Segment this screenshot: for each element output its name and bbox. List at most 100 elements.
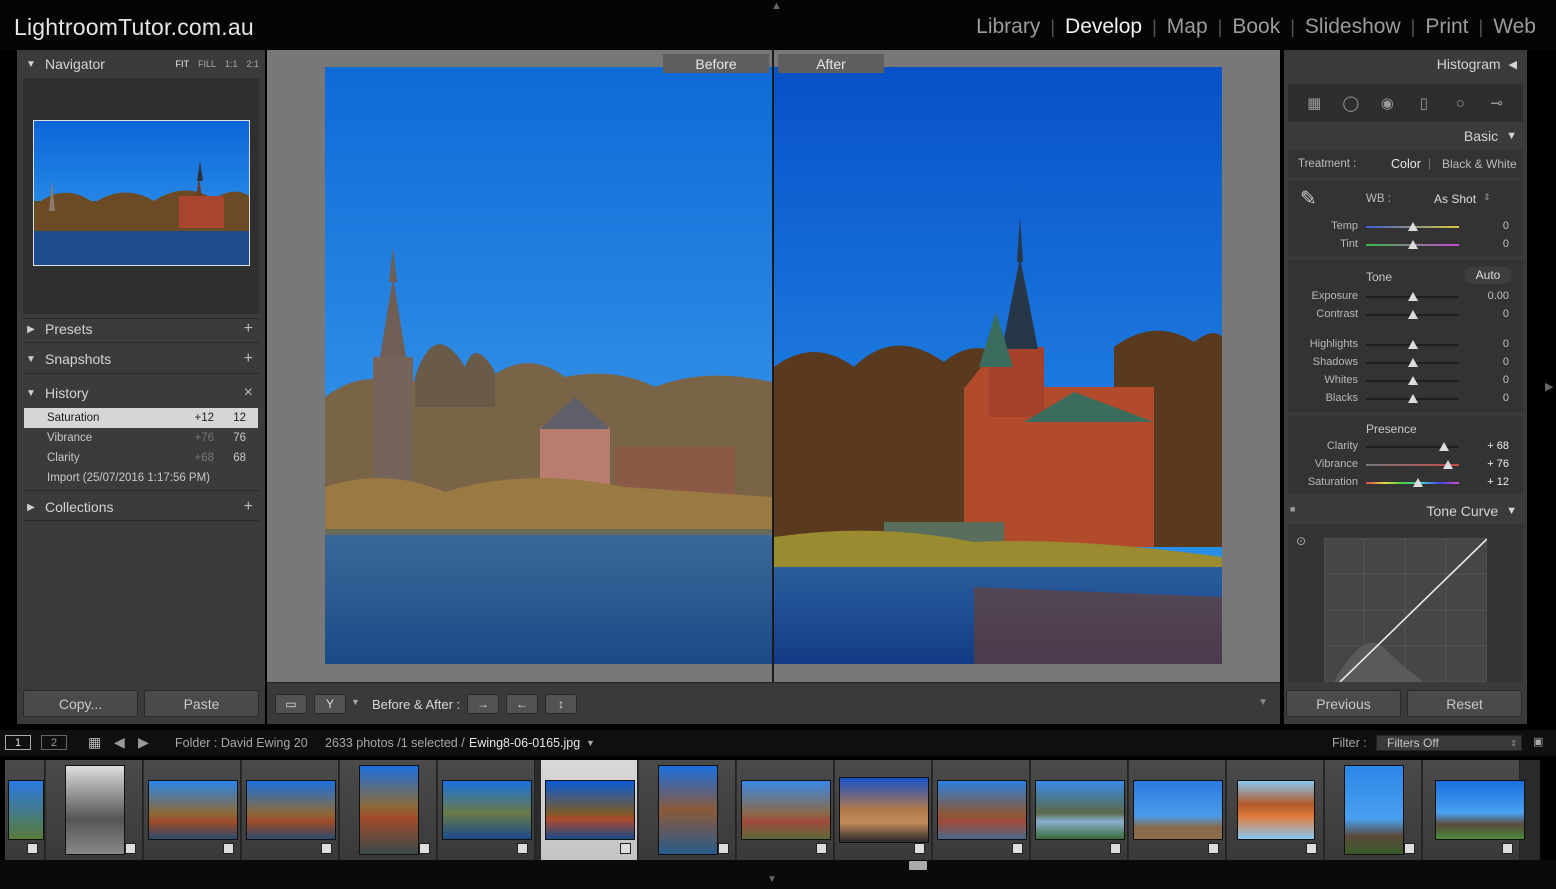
wb-eyedropper-icon[interactable]: ✎ — [1300, 186, 1317, 211]
collections-header[interactable]: ▶ Collections + — [17, 493, 265, 521]
slider-knob[interactable] — [1407, 358, 1418, 367]
toolbar-content-dropdown-icon[interactable]: ▼ — [1258, 697, 1268, 708]
copy-settings-button[interactable]: Copy... — [23, 690, 138, 717]
module-develop[interactable]: Develop — [1055, 15, 1152, 39]
after-photo[interactable] — [774, 67, 1222, 664]
module-web[interactable]: Web — [1483, 15, 1546, 39]
zoom-fit[interactable]: FIT — [175, 59, 189, 69]
treatment-bw-option[interactable]: Black & White — [1442, 157, 1517, 171]
radial-filter-icon[interactable]: ○ — [1449, 92, 1471, 114]
history-item[interactable]: Vibrance +76 76 — [24, 428, 258, 448]
history-header[interactable]: ▼ History × — [17, 379, 265, 407]
filmstrip-thumbnail[interactable] — [340, 760, 437, 860]
filmstrip-thumbnail[interactable] — [5, 760, 45, 860]
vibrance-slider[interactable]: Vibrance + 76 — [1288, 456, 1523, 474]
slider-knob[interactable] — [1407, 394, 1418, 403]
slider-knob[interactable] — [1407, 240, 1418, 249]
filmstrip-thumbnail[interactable] — [1129, 760, 1226, 860]
clear-history-icon[interactable]: × — [244, 384, 253, 402]
back-arrow-icon[interactable]: ◀ — [114, 734, 125, 751]
filmstrip-thumbnail[interactable] — [639, 760, 736, 860]
snapshots-header[interactable]: ▼ Snapshots + — [17, 345, 265, 373]
contrast-slider[interactable]: Contrast 0 — [1288, 306, 1523, 324]
crop-grid-icon[interactable]: ▦ — [1303, 92, 1325, 114]
highlights-slider[interactable]: Highlights 0 — [1288, 336, 1523, 354]
filmstrip-thumbnail[interactable] — [1423, 760, 1525, 860]
module-map[interactable]: Map — [1157, 15, 1218, 39]
history-item[interactable]: Clarity +68 68 — [24, 448, 258, 468]
loupe-view-icon[interactable]: ▭ — [275, 694, 307, 714]
zoom-1-1[interactable]: 1:1 — [225, 59, 238, 69]
spot-removal-icon[interactable]: ◯ — [1340, 92, 1362, 114]
slider-knob[interactable] — [1407, 376, 1418, 385]
filmstrip-thumbnail[interactable] — [1227, 760, 1324, 860]
right-panel-toggle-icon[interactable]: ▶ — [1545, 380, 1553, 393]
filmstrip-scrollbar-thumb[interactable] — [909, 861, 927, 870]
bottom-panel-toggle-icon[interactable]: ▼ — [767, 874, 777, 885]
filename-dropdown-icon[interactable]: ▼ — [586, 738, 595, 748]
filmstrip-thumbnail[interactable] — [933, 760, 1030, 860]
forward-arrow-icon[interactable]: ▶ — [138, 734, 149, 751]
add-snapshot-icon[interactable]: + — [244, 350, 253, 368]
reset-button[interactable]: Reset — [1407, 690, 1522, 717]
module-library[interactable]: Library — [966, 15, 1050, 39]
history-item[interactable]: Import (25/07/2016 1:17:56 PM) — [24, 468, 258, 488]
navigator-header[interactable]: ▼ Navigator FIT FILL 1:1 2:1 — [17, 50, 265, 78]
auto-tone-button[interactable]: Auto — [1464, 267, 1512, 284]
basic-header[interactable]: Basic ▼ — [1284, 123, 1527, 149]
slider-knob[interactable] — [1407, 340, 1418, 349]
module-print[interactable]: Print — [1415, 15, 1478, 39]
top-panel-toggle-icon[interactable]: ▲ — [771, 0, 782, 12]
filter-lock-icon[interactable]: ▣ — [1533, 735, 1543, 748]
slider-knob[interactable] — [1407, 292, 1418, 301]
paste-settings-button[interactable]: Paste — [144, 690, 259, 717]
slider-knob[interactable] — [1413, 478, 1424, 487]
zoom-fill[interactable]: FILL — [198, 59, 216, 69]
filmstrip-thumbnail[interactable] — [242, 760, 339, 860]
adjustment-brush-icon[interactable]: ⊸ — [1486, 92, 1508, 114]
secondary-window-button[interactable]: 2 — [41, 735, 67, 750]
filmstrip-thumbnail[interactable] — [1325, 760, 1422, 860]
module-slideshow[interactable]: Slideshow — [1295, 15, 1411, 39]
before-photo[interactable] — [325, 67, 772, 664]
blacks-slider[interactable]: Blacks 0 — [1288, 390, 1523, 408]
add-preset-icon[interactable]: + — [244, 320, 253, 338]
slider-knob[interactable] — [1407, 222, 1418, 231]
tone-curve-graph[interactable]: ⊙ — [1288, 524, 1523, 682]
saturation-slider[interactable]: Saturation + 12 — [1288, 474, 1523, 492]
red-eye-icon[interactable]: ◉ — [1376, 92, 1398, 114]
exposure-slider[interactable]: Exposure 0.00 — [1288, 288, 1523, 306]
wb-dropdown-icon[interactable]: ⇕ — [1483, 192, 1491, 203]
copy-after-to-before-icon[interactable]: ← — [506, 694, 538, 714]
temp-slider[interactable]: Temp 0 — [1288, 218, 1523, 236]
filmstrip-thumbnail[interactable] — [438, 760, 535, 860]
folder-source[interactable]: Folder : David Ewing 20 — [175, 736, 308, 750]
navigator-preview[interactable] — [23, 78, 259, 314]
graduated-filter-icon[interactable]: ▯ — [1413, 92, 1435, 114]
whites-slider[interactable]: Whites 0 — [1288, 372, 1523, 390]
targeted-adjustment-icon[interactable]: ⊙ — [1296, 534, 1306, 548]
shadows-slider[interactable]: Shadows 0 — [1288, 354, 1523, 372]
tint-slider[interactable]: Tint 0 — [1288, 236, 1523, 254]
filter-select[interactable]: Filters Off ⇕ — [1376, 735, 1522, 751]
filmstrip-thumbnail[interactable] — [1031, 760, 1128, 860]
view-dropdown-icon[interactable]: ▼ — [351, 697, 360, 707]
filmstrip-thumbnail[interactable] — [737, 760, 834, 860]
filmstrip-thumbnail[interactable] — [144, 760, 241, 860]
previous-button[interactable]: Previous — [1286, 690, 1401, 717]
selected-filename[interactable]: Ewing8-06-0165.jpg — [469, 736, 580, 750]
main-window-button[interactable]: 1 — [5, 735, 31, 750]
wb-select[interactable]: As Shot — [1434, 192, 1476, 206]
before-after-view-icon[interactable]: Y — [314, 694, 346, 714]
slider-knob[interactable] — [1442, 460, 1453, 469]
slider-knob[interactable] — [1407, 310, 1418, 319]
histogram-header[interactable]: Histogram ◀ — [1284, 51, 1527, 77]
grid-view-icon[interactable]: ▦ — [88, 734, 101, 751]
add-collection-icon[interactable]: + — [244, 498, 253, 516]
filmstrip-thumbnail-selected[interactable] — [541, 760, 638, 860]
module-book[interactable]: Book — [1222, 15, 1290, 39]
treatment-color-option[interactable]: Color — [1391, 157, 1421, 171]
clarity-slider[interactable]: Clarity + 68 — [1288, 438, 1523, 456]
copy-before-to-after-icon[interactable]: → — [467, 694, 499, 714]
swap-before-after-icon[interactable]: ↕ — [545, 694, 577, 714]
